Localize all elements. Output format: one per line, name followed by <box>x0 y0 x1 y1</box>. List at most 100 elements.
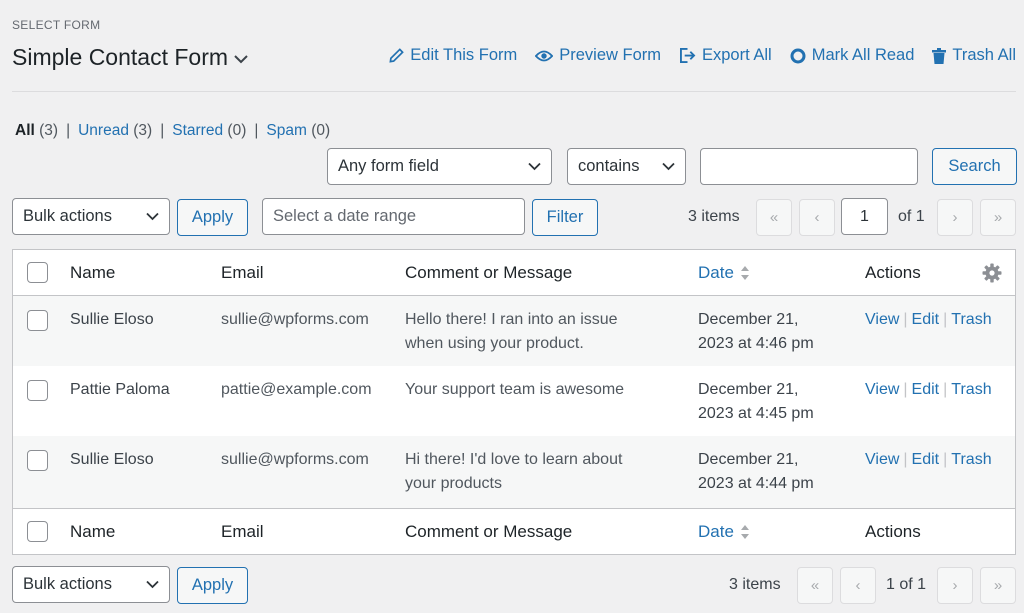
next-page-button-bottom[interactable]: › <box>937 567 973 604</box>
column-email: Email <box>221 263 264 282</box>
entry-message: Your support team is awesome <box>405 378 624 402</box>
action-separator: | <box>943 311 948 328</box>
view-link[interactable]: View <box>865 448 899 472</box>
view-starred-count: (0) <box>227 122 247 139</box>
apply-button[interactable]: Apply <box>177 199 248 236</box>
chevron-down-icon <box>528 162 541 171</box>
total-pages: of 1 <box>898 208 925 225</box>
trash-icon <box>932 47 947 64</box>
column-date-sort[interactable]: Date <box>698 261 750 285</box>
row-actions: View | Edit | Trash <box>865 448 992 472</box>
preview-form-label: Preview Form <box>559 46 661 64</box>
page-indicator-bottom: 1 of 1 <box>886 576 927 593</box>
table-row: Sullie Eloso sullie@wpforms.com Hello th… <box>13 296 1015 366</box>
bulk-actions-select[interactable]: Bulk actions <box>12 198 170 235</box>
trash-link[interactable]: Trash <box>951 448 991 472</box>
view-unread[interactable]: Unread (3) <box>78 122 152 140</box>
filter-button[interactable]: Filter <box>532 199 598 236</box>
chevron-down-icon <box>146 580 159 589</box>
action-separator: | <box>903 311 908 328</box>
first-page-button[interactable]: « <box>756 199 792 236</box>
search-input[interactable] <box>700 148 918 185</box>
view-spam[interactable]: Spam (0) <box>266 122 330 140</box>
entry-message-line: your products <box>405 475 502 492</box>
search-operator-value: contains <box>578 157 640 175</box>
view-all[interactable]: All (3) <box>15 122 58 140</box>
date-range-input[interactable]: Select a date range <box>262 198 525 235</box>
bulk-actions-select-bottom[interactable]: Bulk actions <box>12 566 170 603</box>
column-message: Comment or Message <box>405 263 573 282</box>
entry-email: pattie@example.com <box>221 381 372 398</box>
header-divider <box>12 91 1016 92</box>
view-filters: All (3) | Unread (3) | Starred (0) | Spa… <box>15 122 330 140</box>
search-operator-select[interactable]: contains <box>567 148 686 185</box>
column-name: Name <box>70 263 116 282</box>
prev-page-button-bottom[interactable]: ‹ <box>840 567 876 604</box>
entry-message-line: Your support team is awesome <box>405 381 625 398</box>
preview-form-link[interactable]: Preview Form <box>535 46 661 65</box>
select-form-label: SELECT FORM <box>12 18 101 32</box>
items-count-bottom: 3 items <box>729 576 781 593</box>
row-actions: View | Edit | Trash <box>865 308 992 332</box>
table-header: Name Email Comment or Message Date Actio… <box>13 250 1015 296</box>
chevron-down-icon <box>146 212 159 221</box>
eye-icon <box>535 50 554 61</box>
entry-email: sullie@wpforms.com <box>221 451 369 468</box>
form-selector[interactable]: Simple Contact Form <box>12 44 248 71</box>
export-icon <box>680 48 696 63</box>
apply-button-bottom[interactable]: Apply <box>177 567 248 604</box>
trash-all-link[interactable]: Trash All <box>932 46 1016 65</box>
column-date-footer: Date <box>698 522 734 541</box>
pencil-icon <box>389 48 405 63</box>
view-link[interactable]: View <box>865 308 899 332</box>
chevron-down-icon <box>234 55 248 64</box>
prev-page-button[interactable]: ‹ <box>799 199 835 236</box>
entry-date-line: December 21, <box>698 381 799 398</box>
entry-name: Pattie Paloma <box>70 381 170 398</box>
view-all-count: (3) <box>39 122 59 139</box>
action-separator: | <box>943 451 948 468</box>
table-footer: Name Email Comment or Message Date Actio… <box>13 508 1015 554</box>
search-field-select[interactable]: Any form field <box>327 148 552 185</box>
gear-icon[interactable] <box>982 263 1002 283</box>
view-separator: | <box>66 122 71 139</box>
edit-link[interactable]: Edit <box>912 308 940 332</box>
select-all-checkbox[interactable] <box>27 262 48 283</box>
trash-link[interactable]: Trash <box>951 308 991 332</box>
view-unread-count: (3) <box>133 122 153 139</box>
action-separator: | <box>903 381 908 398</box>
last-page-button[interactable]: » <box>980 199 1016 236</box>
edit-link[interactable]: Edit <box>912 378 940 402</box>
export-all-link[interactable]: Export All <box>679 46 772 65</box>
edit-form-label: Edit This Form <box>410 46 518 64</box>
entry-message-line: Hi there! I'd love to learn about <box>405 451 623 468</box>
action-separator: | <box>943 381 948 398</box>
mark-all-read-link[interactable]: Mark All Read <box>790 46 914 65</box>
row-checkbox[interactable] <box>27 450 48 471</box>
last-page-button-bottom[interactable]: » <box>980 567 1016 604</box>
bulk-actions-value: Bulk actions <box>23 207 112 225</box>
view-spam-label: Spam <box>266 122 307 139</box>
edit-link[interactable]: Edit <box>912 448 940 472</box>
column-email-footer: Email <box>221 522 264 541</box>
row-checkbox[interactable] <box>27 310 48 331</box>
select-all-checkbox-footer[interactable] <box>27 521 48 542</box>
entry-date-line: December 21, <box>698 311 799 328</box>
entry-name: Sullie Eloso <box>70 311 154 328</box>
edit-form-link[interactable]: Edit This Form <box>389 46 517 65</box>
view-starred-label: Starred <box>172 122 224 139</box>
view-link[interactable]: View <box>865 378 899 402</box>
trash-link[interactable]: Trash <box>951 378 991 402</box>
row-actions: View | Edit | Trash <box>865 378 992 402</box>
search-button[interactable]: Search <box>932 148 1017 185</box>
next-page-button[interactable]: › <box>937 199 973 236</box>
column-date: Date <box>698 263 734 282</box>
current-page-input[interactable]: 1 <box>841 198 888 235</box>
entry-date: December 21, 2023 at 4:44 pm <box>698 448 814 496</box>
column-date-sort-footer[interactable]: Date <box>698 520 750 544</box>
row-checkbox[interactable] <box>27 380 48 401</box>
bulk-actions-value: Bulk actions <box>23 575 112 593</box>
first-page-button-bottom[interactable]: « <box>797 567 833 604</box>
view-unread-label: Unread <box>78 122 129 139</box>
view-starred[interactable]: Starred (0) <box>172 122 246 140</box>
